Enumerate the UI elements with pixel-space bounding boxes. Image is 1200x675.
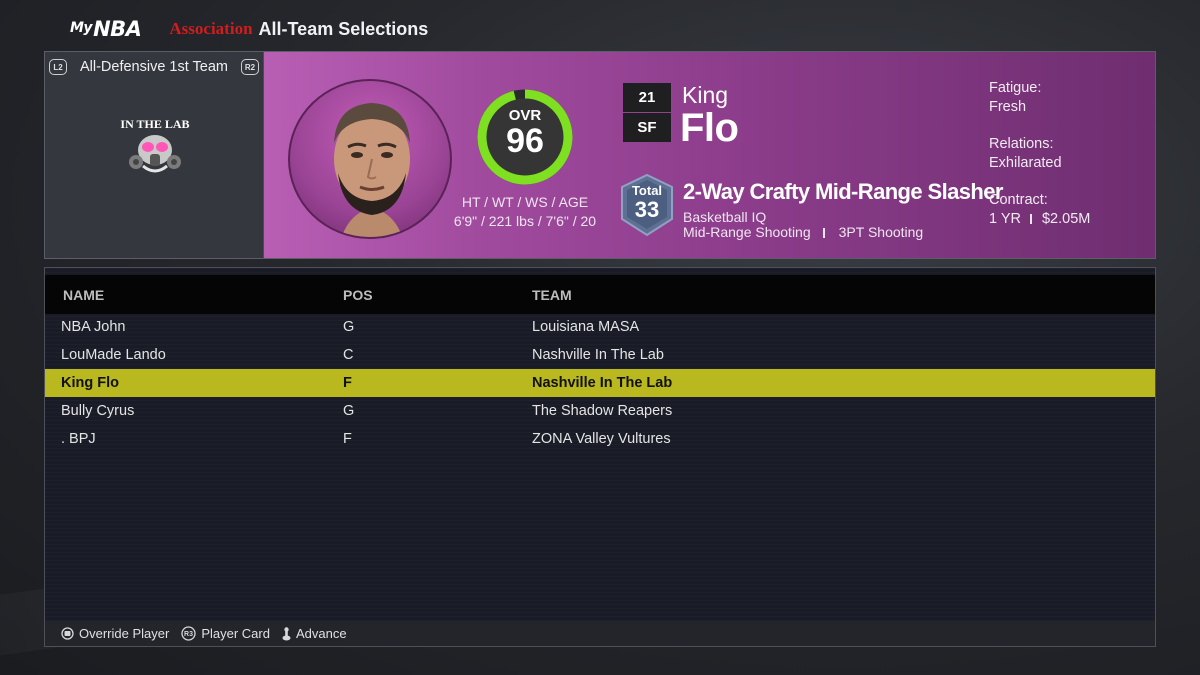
fatigue-info: Fatigue: Fresh: [989, 79, 1041, 117]
top-badge-2: Mid-Range Shooting: [683, 224, 811, 240]
r3-button-text: R3: [184, 631, 193, 638]
player-card-label: Player Card: [201, 626, 270, 641]
top-badges-line: Mid-Range Shooting 3PT Shooting: [683, 224, 923, 240]
player-card: L2 All-Defensive 1st Team R2 IN THE LAB: [44, 51, 1156, 259]
player-archetype: 2-Way Crafty Mid-Range Slasher: [683, 179, 1003, 204]
table-row-selected[interactable]: King Flo F Nashville In The Lab: [45, 369, 1155, 397]
contract-divider: [1029, 214, 1032, 224]
row-name: LouMade Lando: [61, 347, 166, 363]
column-header-name[interactable]: NAME: [63, 287, 104, 303]
badge-total-label: Total: [631, 183, 663, 198]
award-selector: L2 All-Defensive 1st Team R2: [49, 56, 259, 78]
row-team: Louisiana MASA: [532, 319, 640, 335]
column-header-pos[interactable]: POS: [343, 287, 373, 303]
page-title: All-Team Selections: [258, 18, 429, 39]
button-hints-bar: Override Player R3 Player Card Advance: [44, 621, 1156, 647]
override-player-hint[interactable]: Override Player: [61, 626, 169, 641]
row-team: Nashville In The Lab: [532, 375, 673, 391]
fatigue-value: Fresh: [989, 99, 1027, 115]
stick-button-icon: [282, 626, 291, 640]
measurements-value: 6'9" / 221 lbs / 7'6" / 20: [453, 213, 597, 229]
award-label: All-Defensive 1st Team: [79, 59, 229, 75]
r3-button-icon: R3: [181, 626, 196, 641]
row-team: The Shadow Reapers: [532, 403, 673, 419]
team-panel: L2 All-Defensive 1st Team R2 IN THE LAB: [45, 52, 264, 258]
table-row[interactable]: LouMade Lando C Nashville In The Lab: [45, 341, 1155, 369]
player-card-hint[interactable]: R3 Player Card: [181, 626, 270, 641]
row-name: NBA John: [61, 319, 126, 335]
team-logo-icon: IN THE LAB: [120, 117, 190, 173]
row-name: . BPJ: [61, 431, 96, 447]
row-pos: F: [343, 431, 352, 447]
row-name: King Flo: [61, 375, 119, 391]
measurements-label: HT / WT / WS / AGE: [461, 194, 589, 210]
touchpad-button-icon: [61, 627, 74, 640]
row-pos: G: [343, 319, 355, 335]
table-row[interactable]: . BPJ F ZONA Valley Vultures: [45, 425, 1155, 453]
player-position: SF: [623, 113, 671, 142]
jersey-number: 21: [623, 83, 671, 112]
badge-divider: [822, 228, 825, 238]
player-face-icon: [334, 103, 410, 237]
contract-amount: $2.05M: [1041, 211, 1091, 227]
contract-value: 1 YR $2.05M: [989, 210, 1090, 229]
column-header-team[interactable]: TEAM: [532, 287, 572, 303]
relations-value: Exhilarated: [989, 155, 1062, 171]
mode-label: Association: [169, 19, 253, 38]
contract-info: Contract: 1 YR $2.05M: [989, 191, 1090, 229]
fatigue-label: Fatigue:: [989, 80, 1042, 96]
row-pos: G: [343, 403, 355, 419]
top-badge-3: 3PT Shooting: [838, 224, 924, 240]
contract-label: Contract:: [989, 192, 1048, 208]
selections-table: NAME POS TEAM NBA John G Louisiana MASA …: [44, 267, 1156, 622]
top-badge-1: Basketball IQ: [683, 209, 767, 225]
table-row[interactable]: NBA John G Louisiana MASA: [45, 313, 1155, 341]
team-logo-text: IN THE LAB: [120, 117, 189, 131]
table-header: NAME POS TEAM: [45, 275, 1155, 314]
player-last-name: Flo: [680, 106, 739, 150]
ovr-value: 96: [506, 122, 544, 160]
r2-button-icon[interactable]: R2: [241, 59, 259, 75]
relations-info: Relations: Exhilarated: [989, 135, 1062, 173]
badge-total-value: 33: [634, 197, 660, 222]
row-team: Nashville In The Lab: [532, 347, 664, 363]
player-first-name: King: [682, 82, 729, 108]
contract-years: 1 YR: [989, 211, 1021, 227]
advance-label: Advance: [295, 626, 347, 641]
advance-hint[interactable]: Advance: [282, 626, 347, 641]
row-pos: C: [343, 347, 354, 363]
relations-label: Relations:: [989, 136, 1054, 152]
table-row[interactable]: Bully Cyrus G The Shadow Reapers: [45, 397, 1155, 425]
row-team: ZONA Valley Vultures: [532, 431, 671, 447]
mynba-logo: MyNBA: [70, 17, 142, 41]
override-player-label: Override Player: [79, 626, 170, 641]
l2-button-icon[interactable]: L2: [49, 59, 67, 75]
player-portrait: [288, 79, 452, 239]
row-pos: F: [343, 375, 352, 391]
row-name: Bully Cyrus: [61, 403, 135, 419]
player-panel: OVR 96 HT / WT / WS / AGE 6'9" / 221 lbs…: [264, 52, 1155, 258]
top-bar: MyNBA Association All-Team Selections: [70, 14, 428, 44]
